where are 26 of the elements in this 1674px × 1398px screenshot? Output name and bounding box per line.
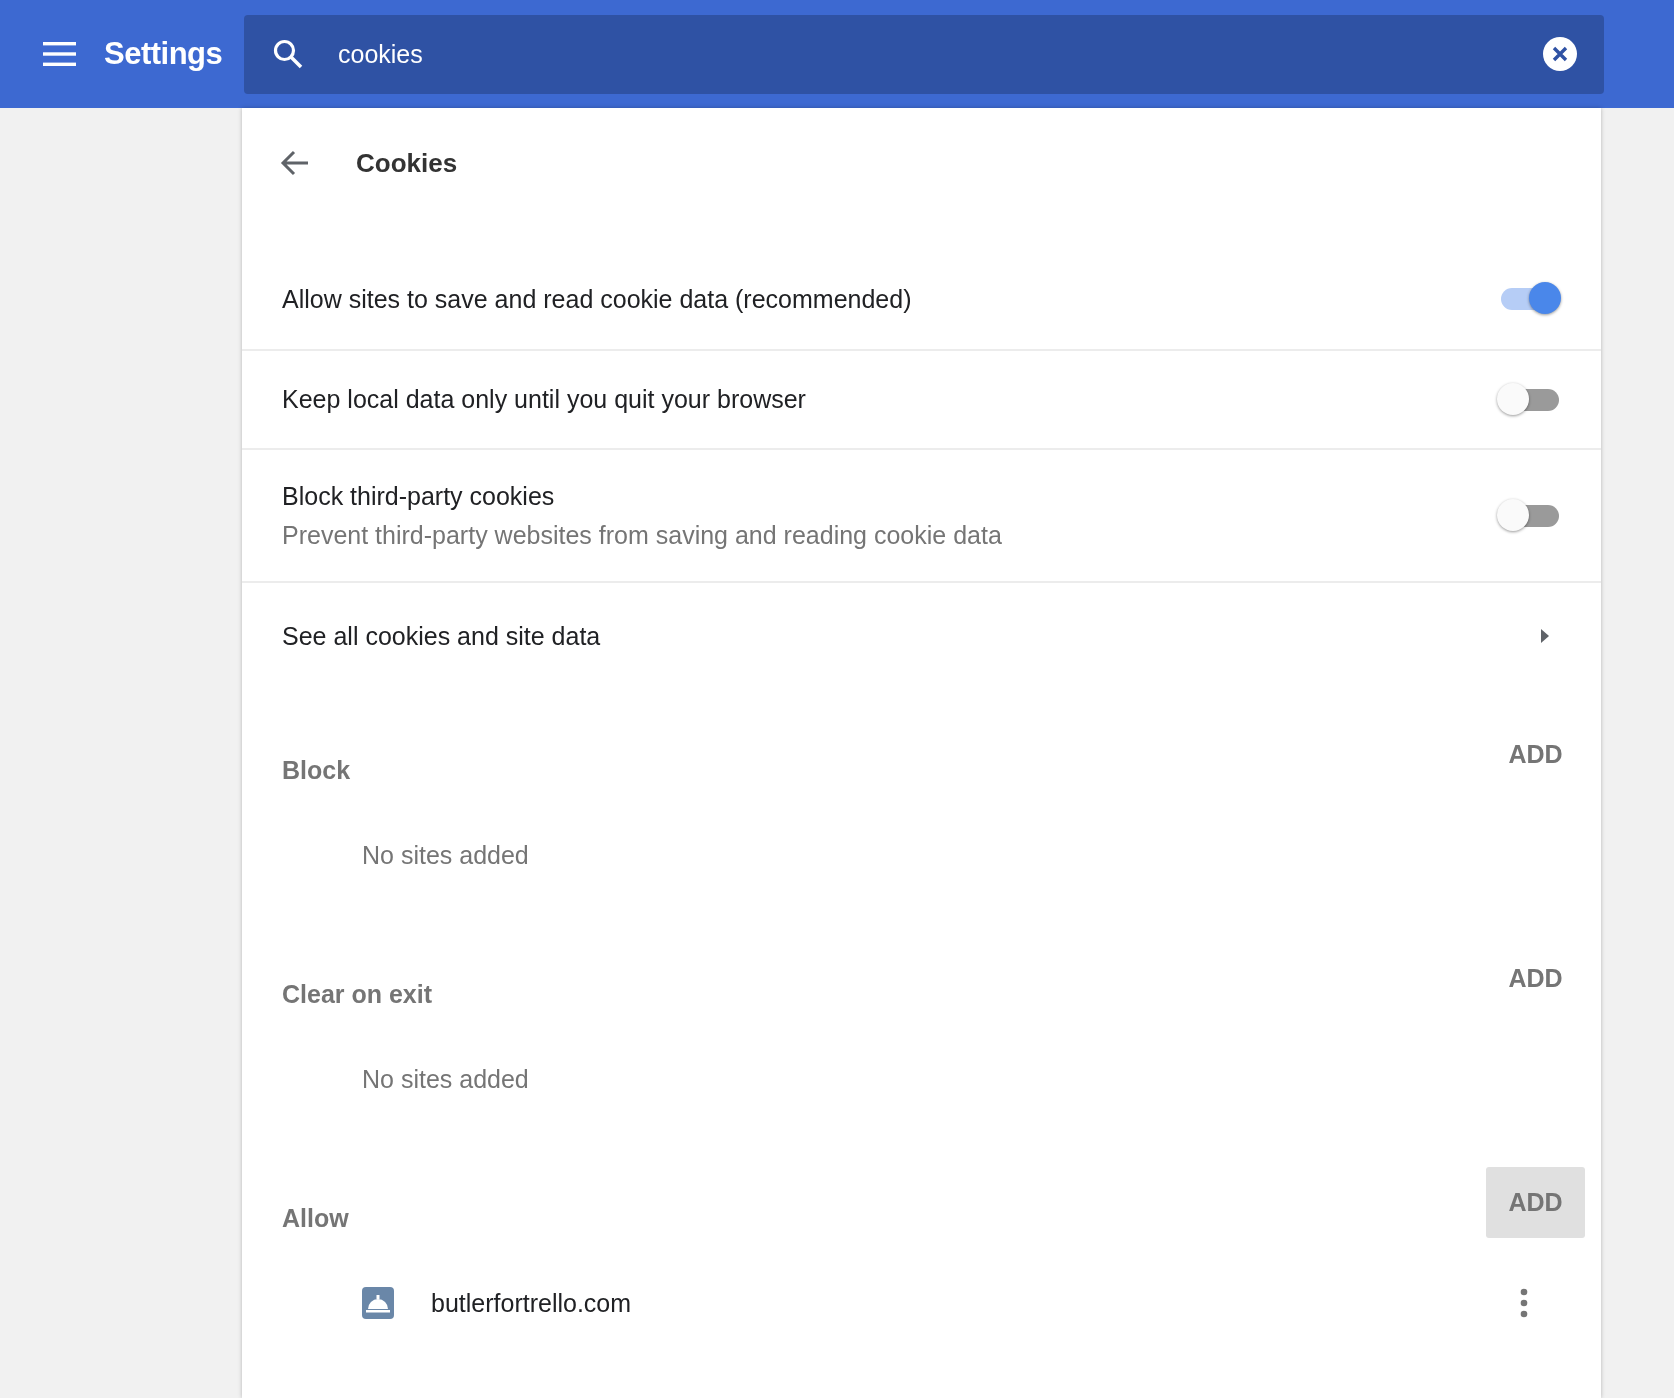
section-heading: Block: [282, 755, 352, 785]
section-heading: Allow: [282, 1203, 350, 1233]
clear-icon[interactable]: [1542, 36, 1578, 72]
setting-label: Allow sites to save and read cookie data (recommended): [282, 284, 913, 314]
site-name: butlerfortrello.com: [431, 1288, 633, 1318]
setting-label: Keep local data only until you quit your browser: [282, 385, 807, 414]
bell-favicon-icon: [362, 1287, 394, 1319]
chevron-right-icon: [1539, 627, 1551, 645]
setting-label: Block third-party cookies: [282, 481, 556, 511]
see-all-cookies-link[interactable]: See all cookies and site data: [242, 583, 1601, 689]
empty-list-text: No sites added: [362, 1064, 529, 1094]
setting-description: Prevent third-party websites from saving and reading cookie data: [282, 520, 1003, 550]
page-title: Cookies: [356, 147, 458, 179]
app-title: Settings: [104, 36, 223, 72]
search-bar[interactable]: cookies: [244, 14, 1604, 94]
more-options-icon[interactable]: [1519, 1288, 1529, 1318]
search-icon: [272, 38, 304, 70]
section-heading: Clear on exit: [282, 979, 434, 1009]
toggle-switch[interactable]: [1497, 382, 1561, 417]
add-button[interactable]: ADD: [1486, 942, 1585, 1014]
toggle-switch[interactable]: [1497, 498, 1561, 533]
add-button[interactable]: ADD: [1486, 718, 1585, 790]
back-arrow-icon[interactable]: [280, 149, 310, 177]
menu-icon[interactable]: [43, 42, 76, 66]
empty-list-text: No sites added: [362, 840, 529, 870]
search-field[interactable]: cookies: [338, 39, 1542, 69]
